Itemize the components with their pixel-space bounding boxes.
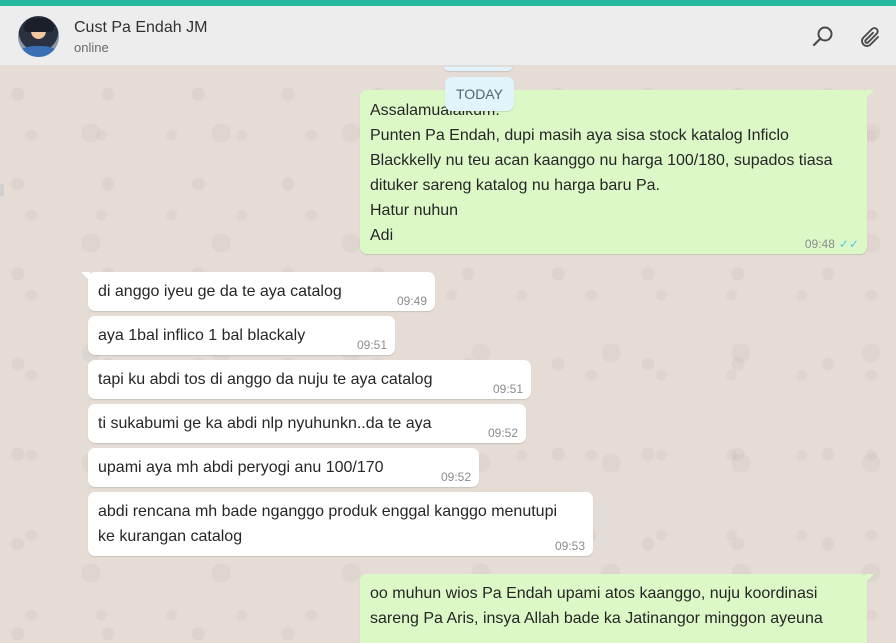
bubble-tail — [865, 90, 874, 99]
avatar[interactable] — [18, 16, 59, 57]
avatar-cap — [24, 18, 54, 32]
message-time-label: 09:48 — [804, 237, 835, 251]
message-bubble-incoming[interactable]: ti sukabumi ge ka abdi nlp nyuhunkn..da … — [88, 404, 526, 443]
message-bubble-incoming[interactable]: abdi rencana mh bade nganggo produk engg… — [88, 492, 593, 556]
message-time: 09:53 — [554, 539, 585, 553]
message-bubble-outgoing[interactable]: oo muhun wios Pa Endah upami atos kaangg… — [360, 574, 874, 643]
previous-date-label — [443, 67, 513, 71]
message-text: di anggo iyeu ge da te aya catalog — [98, 283, 342, 300]
message-time: 09:51 — [492, 382, 523, 396]
message-bubble-incoming[interactable]: tapi ku abdi tos di anggo da nuju te aya… — [88, 360, 531, 399]
search-icon[interactable] — [810, 24, 836, 50]
contact-status: online — [74, 40, 109, 55]
attach-icon[interactable] — [858, 24, 884, 50]
avatar-shirt — [20, 46, 57, 57]
message-text: abdi rencana mh bade nganggo produk engg… — [98, 503, 558, 545]
chat-panel[interactable]: Assalamualaikum. Punten Pa Endah, dupi m… — [0, 67, 896, 643]
message-time: 09:48 ✓✓ — [805, 237, 859, 251]
message-bubble-incoming[interactable]: aya 1bal inflico 1 bal blackaly 09:51 — [88, 316, 395, 355]
message-bubble-outgoing[interactable]: Assalamualaikum. Punten Pa Endah, dupi m… — [360, 90, 874, 254]
date-separator: TODAY — [445, 77, 514, 111]
contact-name[interactable]: Cust Pa Endah JM — [74, 19, 207, 37]
chat-header: Cust Pa Endah JM online — [0, 6, 896, 66]
message-time: 09:52 — [440, 470, 471, 484]
message-time: 09:51 — [356, 338, 387, 352]
double-check-icon: ✓✓ — [838, 237, 859, 251]
message-text: oo muhun wios Pa Endah upami atos kaangg… — [370, 585, 823, 627]
bubble-tail — [81, 272, 90, 281]
message-text: Assalamualaikum. Punten Pa Endah, dupi m… — [370, 102, 833, 244]
message-text: aya 1bal inflico 1 bal blackaly — [98, 327, 306, 344]
message-text: upami aya mh abdi peryogi anu 100/170 — [98, 459, 384, 476]
message-text: tapi ku abdi tos di anggo da nuju te aya… — [98, 371, 433, 388]
message-time: 09:52 — [487, 426, 518, 440]
bubble-tail — [865, 574, 874, 583]
panel-resize-edge[interactable] — [0, 184, 4, 196]
message-bubble-incoming[interactable]: upami aya mh abdi peryogi anu 100/170 09… — [88, 448, 479, 487]
message-time: 09:49 — [396, 294, 427, 308]
message-text: ti sukabumi ge ka abdi nlp nyuhunkn..da … — [98, 415, 432, 432]
message-bubble-incoming[interactable]: di anggo iyeu ge da te aya catalog 09:49 — [81, 272, 435, 311]
